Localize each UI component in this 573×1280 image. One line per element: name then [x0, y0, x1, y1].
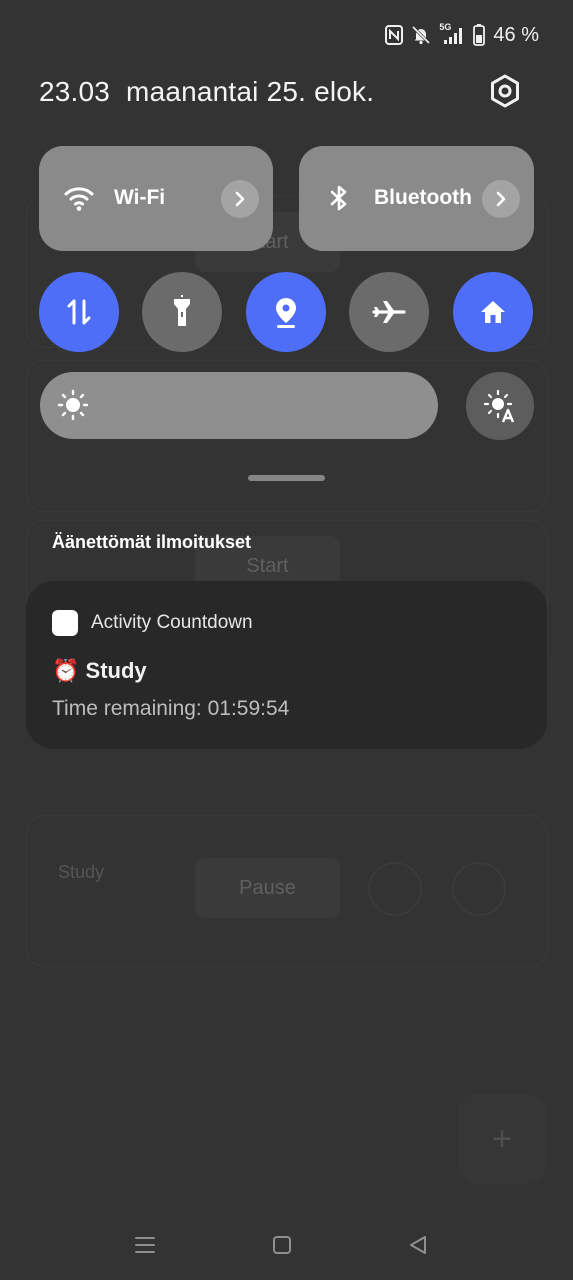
flashlight-icon	[174, 295, 190, 326]
chevron-right-icon	[496, 191, 506, 207]
auto-brightness-button[interactable]	[466, 372, 534, 440]
alarm-clock-icon: ⏰	[52, 658, 80, 683]
airplane-icon	[372, 301, 406, 323]
date-label: maanantai 25. elok.	[126, 76, 375, 107]
square-icon	[273, 1236, 291, 1254]
notification-card[interactable]: Activity Countdown ⏰ Study Time remainin…	[26, 581, 547, 749]
background-circle	[368, 862, 422, 916]
menu-icon	[135, 1237, 155, 1253]
wifi-details-button[interactable]	[221, 180, 259, 218]
bell-off-icon	[411, 25, 431, 45]
bluetooth-details-button[interactable]	[482, 180, 520, 218]
sun-icon	[57, 389, 89, 426]
back-button[interactable]	[401, 1228, 435, 1262]
clock-time: 23.03	[39, 76, 111, 107]
background-circle	[452, 862, 506, 916]
plus-icon: +	[457, 1094, 547, 1184]
chevron-right-icon	[235, 191, 245, 207]
location-icon	[276, 298, 296, 328]
bluetooth-tile[interactable]: Bluetooth	[299, 146, 534, 251]
mobile-data-toggle[interactable]	[39, 272, 119, 352]
recent-apps-button[interactable]	[128, 1228, 162, 1262]
bluetooth-icon	[323, 182, 355, 214]
app-icon	[52, 610, 78, 636]
data-arrows-icon	[67, 299, 91, 325]
home-icon	[481, 301, 505, 323]
status-bar: 5G 46 %	[385, 22, 539, 48]
notification-title: ⏰ Study	[52, 658, 147, 684]
back-triangle-icon	[410, 1236, 426, 1254]
location-toggle[interactable]	[246, 272, 326, 352]
airplane-mode-toggle[interactable]	[349, 272, 429, 352]
wifi-icon	[63, 182, 95, 214]
date-time: 23.03 maanantai 25. elok.	[39, 76, 374, 108]
background-pause-button: Pause	[195, 858, 340, 918]
battery-level: 46 %	[493, 23, 539, 46]
silent-notifications-heading: Äänettömät ilmoitukset	[52, 532, 252, 552]
settings-button[interactable]	[486, 72, 524, 110]
cellular-signal-icon: 5G	[439, 22, 465, 45]
notification-app-name: Activity Countdown	[91, 612, 253, 633]
auto-brightness-icon	[483, 389, 515, 423]
background-study-title: Study	[58, 862, 105, 882]
nfc-icon	[385, 25, 404, 45]
gear-icon	[491, 74, 519, 108]
navigation-bar	[0, 1228, 573, 1262]
wifi-label: Wi-Fi	[114, 186, 166, 209]
home-toggle[interactable]	[453, 272, 533, 352]
notification-title-text: Study	[85, 658, 147, 683]
bluetooth-label: Bluetooth	[374, 186, 472, 209]
panel-drag-handle[interactable]	[248, 475, 325, 481]
notification-body: Time remaining: 01:59:54	[52, 697, 290, 720]
battery-icon	[473, 24, 486, 46]
wifi-tile[interactable]: Wi-Fi	[39, 146, 273, 251]
home-button[interactable]	[265, 1228, 299, 1262]
brightness-slider[interactable]	[40, 372, 438, 439]
flashlight-toggle[interactable]	[142, 272, 222, 352]
